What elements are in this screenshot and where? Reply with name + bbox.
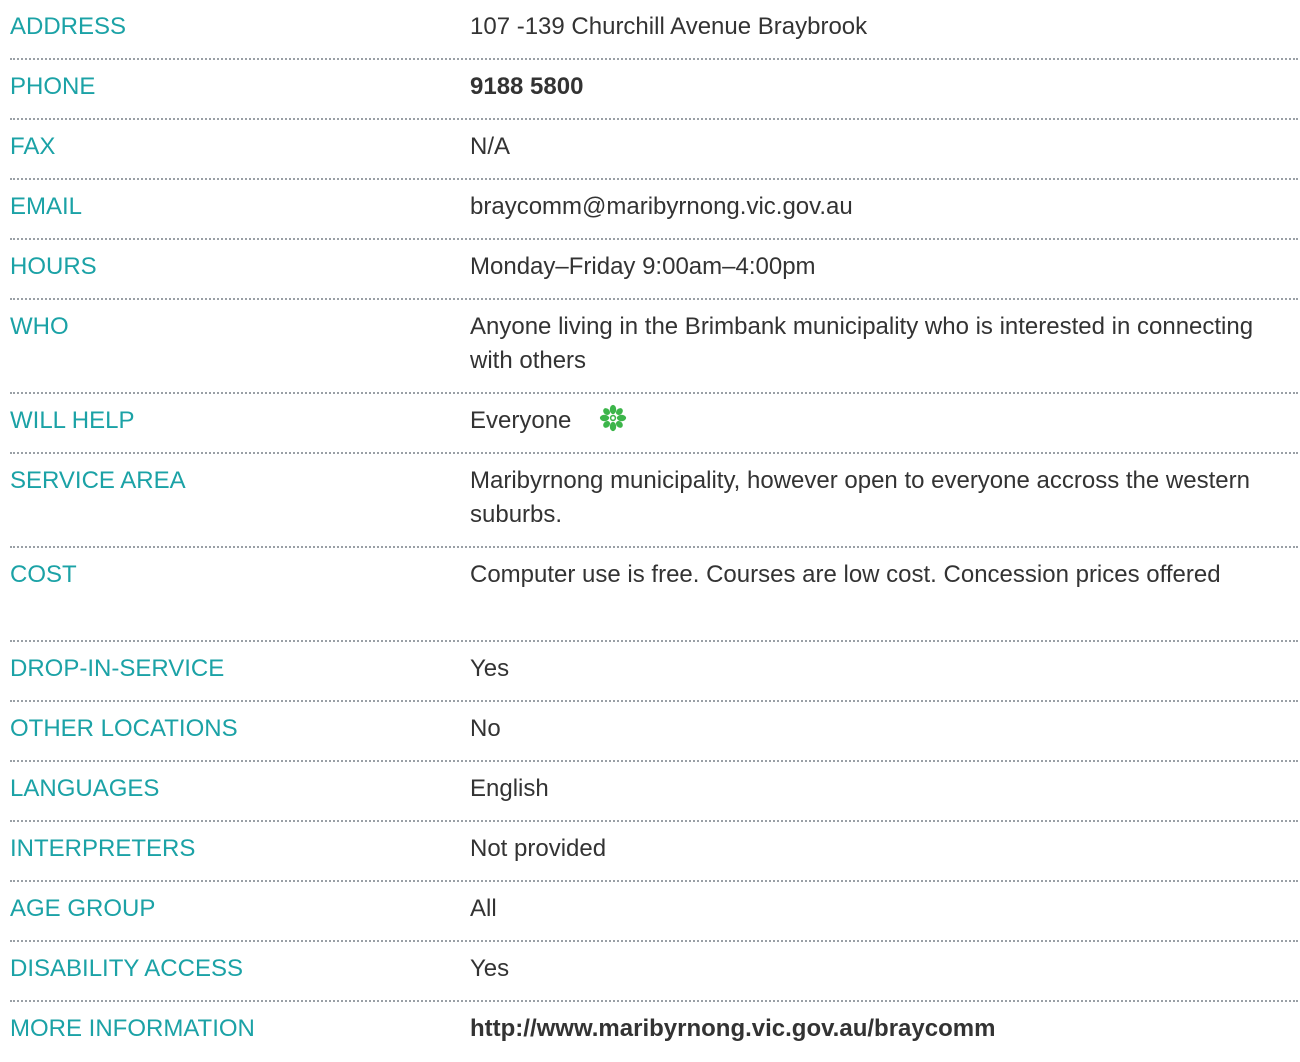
row-hours: HOURS Monday–Friday 9:00am–4:00pm	[10, 240, 1298, 300]
row-other-locations: OTHER LOCATIONS No	[10, 702, 1298, 762]
row-email: EMAIL braycomm@maribyrnong.vic.gov.au	[10, 180, 1298, 240]
value-age-group: All	[470, 895, 497, 922]
label-other-locations: OTHER LOCATIONS	[10, 715, 238, 742]
label-phone: PHONE	[10, 73, 96, 100]
row-more-information: MORE INFORMATION http://www.maribyrnong.…	[10, 1002, 1298, 1062]
label-who: WHO	[10, 313, 69, 340]
row-fax: FAX N/A	[10, 120, 1298, 180]
value-will-help: Everyone	[470, 407, 572, 434]
label-more-information: MORE INFORMATION	[10, 1015, 255, 1042]
row-age-group: AGE GROUP All	[10, 882, 1298, 942]
row-address: ADDRESS 107 -139 Churchill Avenue Braybr…	[10, 0, 1298, 60]
value-who: Anyone living in the Brimbank municipali…	[470, 313, 1254, 374]
label-will-help: WILL HELP	[10, 407, 135, 434]
value-service-area: Maribyrnong municipality, however open t…	[470, 467, 1250, 528]
row-phone: PHONE 9188 5800	[10, 60, 1298, 120]
label-cost: COST	[10, 561, 77, 588]
value-address: 107 -139 Churchill Avenue Braybrook	[470, 13, 868, 40]
value-disability-access: Yes	[470, 955, 510, 982]
row-who: WHO Anyone living in the Brimbank munici…	[10, 300, 1298, 394]
label-disability-access: DISABILITY ACCESS	[10, 955, 243, 982]
value-phone[interactable]: 9188 5800	[470, 60, 1298, 104]
value-email[interactable]: braycomm@maribyrnong.vic.gov.au	[470, 180, 1298, 224]
value-cost: Computer use is free. Courses are low co…	[470, 561, 1221, 588]
row-service-area: SERVICE AREA Maribyrnong municipality, h…	[10, 454, 1298, 548]
label-interpreters: INTERPRETERS	[10, 835, 196, 862]
value-languages: English	[470, 775, 549, 802]
label-hours: HOURS	[10, 253, 97, 280]
row-disability-access: DISABILITY ACCESS Yes	[10, 942, 1298, 1002]
label-email: EMAIL	[10, 193, 83, 220]
value-drop-in-service: Yes	[470, 655, 510, 682]
more-information-link[interactable]: http://www.maribyrnong.vic.gov.au/brayco…	[470, 1015, 995, 1042]
label-address: ADDRESS	[10, 13, 127, 40]
value-interpreters: Not provided	[470, 835, 607, 862]
service-info-table: ADDRESS 107 -139 Churchill Avenue Braybr…	[10, 0, 1298, 1062]
value-other-locations: No	[470, 715, 501, 742]
row-cost: COST Computer use is free. Courses are l…	[10, 548, 1298, 642]
row-interpreters: INTERPRETERS Not provided	[10, 822, 1298, 882]
label-service-area: SERVICE AREA	[10, 467, 186, 494]
label-languages: LANGUAGES	[10, 775, 160, 802]
label-fax: FAX	[10, 133, 56, 160]
label-drop-in-service: DROP-IN-SERVICE	[10, 655, 225, 682]
label-age-group: AGE GROUP	[10, 895, 156, 922]
value-hours: Monday–Friday 9:00am–4:00pm	[470, 253, 816, 280]
value-more-information-cell: http://www.maribyrnong.vic.gov.au/brayco…	[470, 1002, 1298, 1046]
green-flower-icon	[596, 401, 630, 435]
value-fax: N/A	[470, 133, 511, 160]
row-will-help: WILL HELP Everyone	[10, 394, 1298, 454]
row-languages: LANGUAGES English	[10, 762, 1298, 822]
value-will-help-cell: Everyone	[470, 394, 1298, 439]
row-drop-in-service: DROP-IN-SERVICE Yes	[10, 642, 1298, 702]
